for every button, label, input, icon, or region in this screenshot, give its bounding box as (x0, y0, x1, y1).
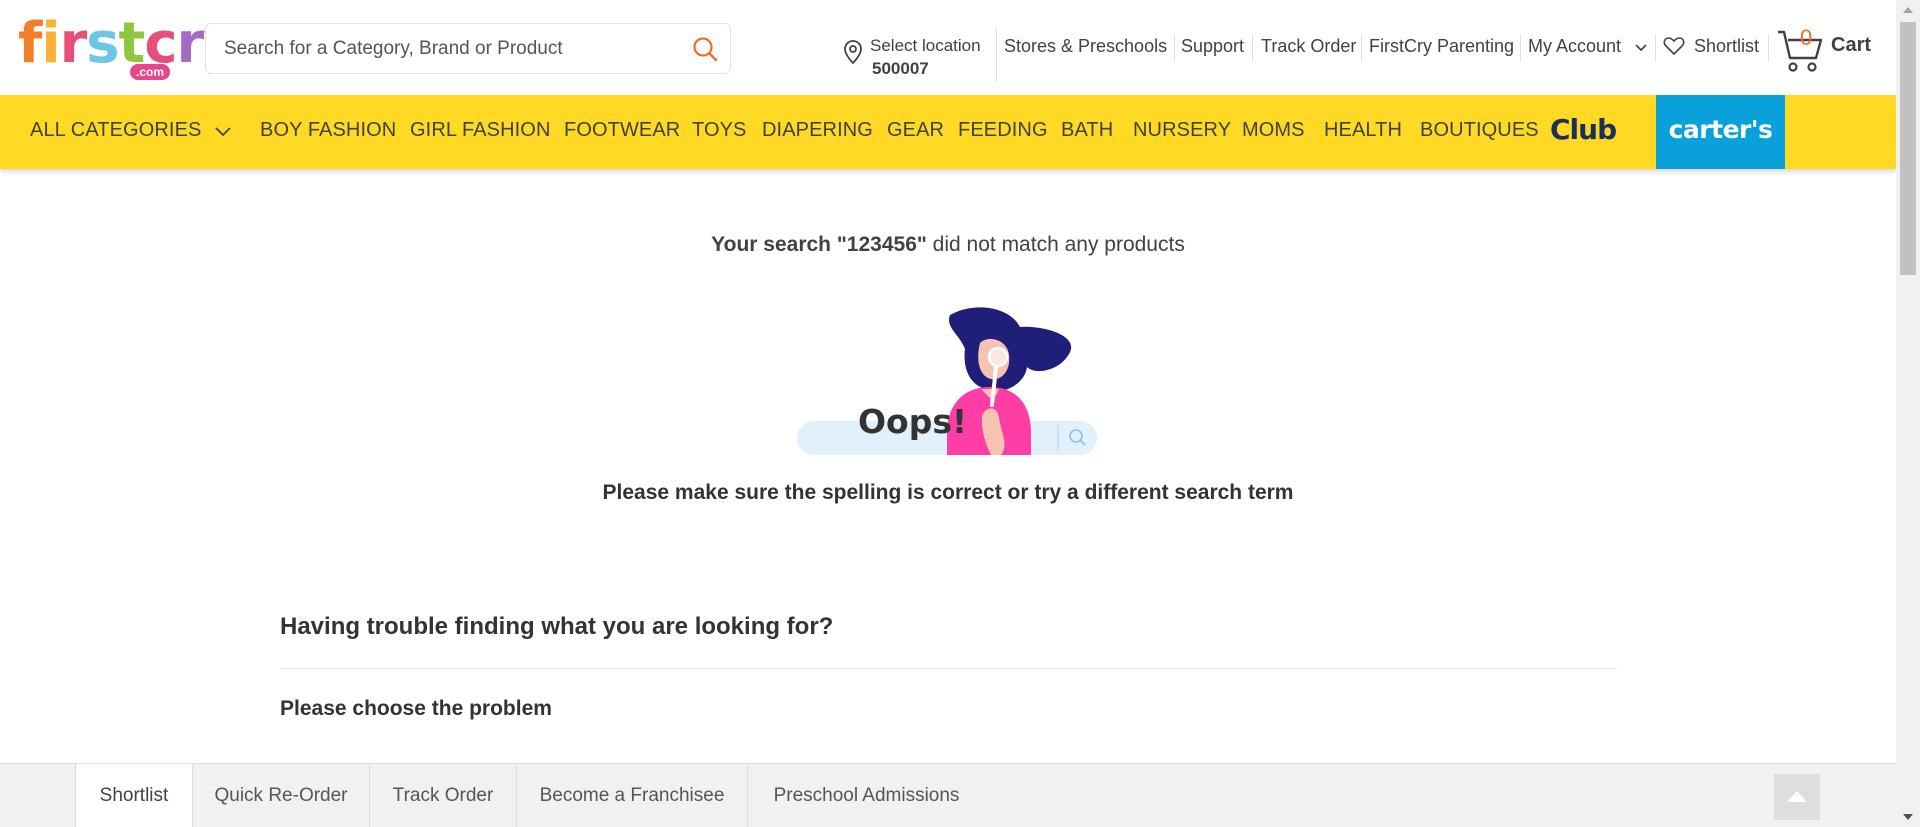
trouble-heading: Having trouble finding what you are look… (280, 613, 834, 640)
category-boutiques[interactable]: BOUTIQUES (1420, 119, 1539, 142)
heart-icon[interactable] (1663, 36, 1685, 61)
divider (1655, 34, 1656, 62)
choose-problem-label: Please choose the problem (280, 697, 552, 720)
bottom-tab-label: Quick Re-Order (214, 785, 348, 806)
firstcry-logo[interactable]: firstcry .com (18, 16, 240, 86)
location-pincode: 500007 (872, 59, 929, 78)
bottom-tab-become-franchisee[interactable]: Become a Franchisee (517, 764, 748, 827)
select-location[interactable]: Select location 500007 (843, 33, 993, 83)
category-footwear[interactable]: FOOTWEAR (564, 119, 680, 142)
search-input[interactable] (224, 24, 664, 73)
search-icon[interactable] (690, 34, 720, 64)
category-toys[interactable]: TOYS (692, 119, 747, 142)
category-bath[interactable]: BATH (1061, 119, 1113, 142)
bottom-tab-preschool-admissions[interactable]: Preschool Admissions (748, 764, 985, 827)
no-results-suffix: did not match any products (926, 233, 1185, 256)
all-categories-menu[interactable]: ALL CATEGORIES (30, 119, 201, 142)
divider (996, 28, 997, 82)
carters-logo: carter's (1668, 115, 1773, 144)
chevron-down-icon[interactable] (214, 125, 232, 143)
scroll-down-arrow-icon (1903, 814, 1913, 820)
spelling-hint: Please make sure the spelling is correct… (602, 481, 1294, 504)
no-results-message: Your search "123456" did not match any p… (0, 233, 1896, 257)
scroll-up-arrow-icon (1903, 7, 1913, 13)
shortlist-link[interactable]: Shortlist (1694, 36, 1759, 57)
bottom-tab-label: Shortlist (99, 785, 169, 806)
track-order-link[interactable]: Track Order (1261, 36, 1356, 57)
location-pin-icon (843, 39, 863, 65)
no-results-prefix: Your search (711, 233, 837, 256)
category-gear[interactable]: GEAR (887, 119, 944, 142)
divider (1768, 34, 1769, 62)
firstcry-parenting-link[interactable]: FirstCry Parenting (1369, 36, 1514, 57)
page: firstcry .com Select location 500007 Sto… (0, 0, 1920, 827)
category-health[interactable]: HEALTH (1324, 119, 1402, 142)
category-girl-fashion[interactable]: GIRL FASHION (410, 119, 551, 142)
bottom-tab-track-order[interactable]: Track Order (370, 764, 517, 827)
page-scrollbar[interactable] (1896, 0, 1920, 827)
divider (1520, 34, 1521, 62)
scrollbar-thumb[interactable] (1900, 22, 1916, 275)
cart-link[interactable]: Cart (1831, 34, 1871, 57)
category-feeding[interactable]: FEEDING (958, 119, 1048, 142)
search-box (205, 23, 731, 74)
category-boy-fashion[interactable]: BOY FASHION (260, 119, 396, 142)
bottom-tab-label: Become a Franchisee (539, 785, 725, 806)
chevron-down-icon[interactable] (1634, 40, 1648, 58)
club-logo[interactable]: Club (1550, 113, 1617, 146)
support-link[interactable]: Support (1181, 36, 1244, 57)
bottom-tab-label: Track Order (392, 785, 494, 806)
site-header: firstcry .com Select location 500007 Sto… (0, 0, 1896, 95)
my-account-link[interactable]: My Account (1528, 36, 1621, 57)
category-moms[interactable]: MOMS (1242, 119, 1305, 142)
category-nursery[interactable]: NURSERY (1133, 119, 1231, 142)
location-label: Select location (870, 36, 981, 55)
category-diapering[interactable]: DIAPERING (762, 119, 873, 142)
bottom-tab-shortlist[interactable]: Shortlist (75, 764, 193, 827)
logo-suffix: .com (130, 64, 171, 80)
search-query: "123456" (836, 233, 927, 256)
oops-text: Oops! (858, 402, 968, 441)
bottom-tab-quick-reorder[interactable]: Quick Re-Order (193, 764, 370, 827)
oops-illustration: Oops! (795, 305, 1100, 465)
divider (1361, 34, 1362, 62)
arrow-up-icon (1787, 791, 1807, 802)
cart-count: 0 (1800, 25, 1813, 50)
carters-banner[interactable]: carter's (1656, 95, 1785, 169)
bottom-tab-label: Preschool Admissions (773, 785, 960, 806)
category-bar: ALL CATEGORIES BOY FASHION GIRL FASHION … (0, 95, 1896, 169)
scroll-to-top-button[interactable] (1774, 774, 1820, 820)
stores-preschools-link[interactable]: Stores & Preschools (1004, 36, 1167, 57)
section-divider (280, 668, 1617, 669)
bottom-quick-bar: Shortlist Quick Re-Order Track Order Bec… (0, 763, 1896, 827)
divider (1174, 34, 1175, 62)
divider (1252, 34, 1253, 62)
